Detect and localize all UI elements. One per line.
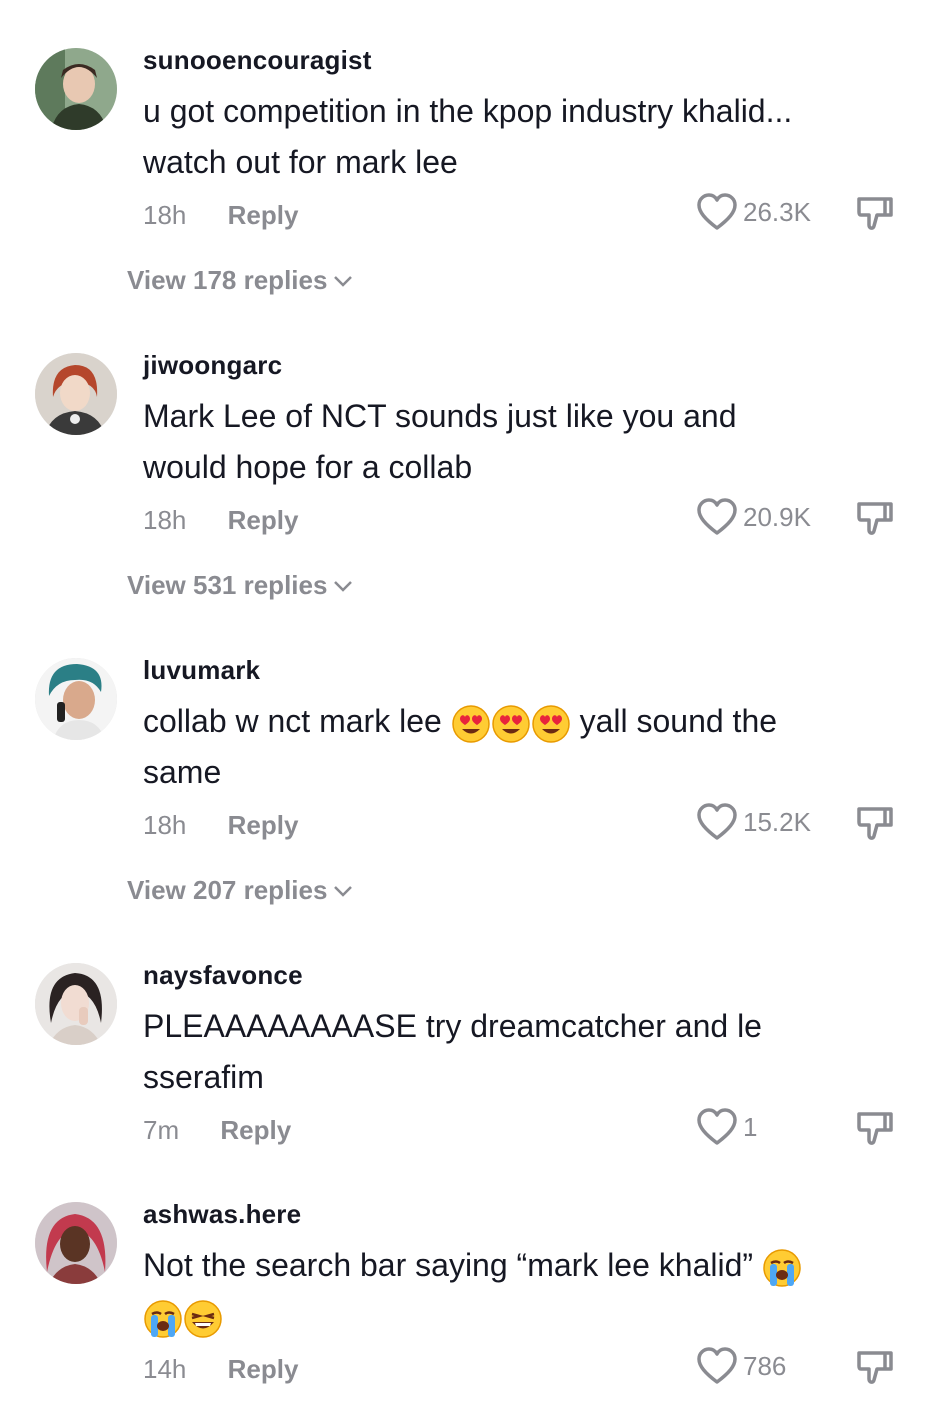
comment-text-part: Not the search bar saying “mark lee khal… <box>143 1247 754 1283</box>
comment-meta: 18h Reply <box>143 810 298 841</box>
comment-time: 14h <box>143 1354 187 1384</box>
chevron-down-icon <box>334 580 353 592</box>
user-avatar[interactable] <box>35 1202 117 1284</box>
like-button[interactable]: 26.3K <box>697 193 811 231</box>
chevron-down-icon <box>334 885 353 897</box>
laughing-emoji <box>183 1299 223 1339</box>
dislike-button[interactable] <box>855 803 895 843</box>
comment-text: Not the search bar saying “mark lee khal… <box>143 1240 888 1342</box>
comment-username[interactable]: jiwoongarc <box>143 350 282 381</box>
like-button[interactable]: 786 <box>697 1347 786 1385</box>
heart-icon <box>697 803 737 840</box>
heart-eyes-emoji <box>491 704 531 744</box>
dislike-button[interactable] <box>855 1108 895 1148</box>
like-button[interactable]: 1 <box>697 1108 757 1146</box>
comment-username[interactable]: sunooencouragist <box>143 45 372 76</box>
user-avatar[interactable] <box>35 353 117 435</box>
like-count: 15.2K <box>743 806 811 837</box>
thumbs-down-icon <box>857 1351 893 1384</box>
avatar-person-teal-hair <box>35 658 117 740</box>
comment-meta: 7m Reply <box>143 1115 291 1146</box>
user-avatar[interactable] <box>35 963 117 1045</box>
thumbs-down-icon <box>857 502 893 535</box>
heart-icon <box>697 193 737 230</box>
chevron-down-icon <box>334 275 353 287</box>
like-button[interactable]: 15.2K <box>697 803 811 841</box>
comment-meta: 14h Reply <box>143 1354 298 1385</box>
view-replies-button[interactable]: View 178 replies <box>127 265 353 296</box>
dislike-button[interactable] <box>855 1347 895 1387</box>
comment-username[interactable]: luvumark <box>143 655 260 686</box>
loudly-crying-emoji <box>762 1248 802 1288</box>
thumbs-down-icon <box>857 807 893 840</box>
avatar-person-dark-hair <box>35 963 117 1045</box>
dislike-button[interactable] <box>855 193 895 233</box>
comment-meta: 18h Reply <box>143 200 298 231</box>
comment-text-part: collab w nct mark lee <box>143 703 442 739</box>
view-replies-button[interactable]: View 207 replies <box>127 875 353 906</box>
like-count: 20.9K <box>743 501 811 532</box>
comment-text: PLEAAAAAAAASE try dreamcatcher and le ss… <box>143 1008 762 1095</box>
loudly-crying-emoji <box>143 1299 183 1339</box>
heart-eyes-emoji <box>531 704 571 744</box>
avatar-person-pink-hair <box>35 1202 117 1284</box>
heart-icon <box>697 1347 737 1384</box>
dislike-button[interactable] <box>855 498 895 538</box>
like-count: 1 <box>743 1111 758 1142</box>
view-replies-label: View 531 replies <box>127 570 328 600</box>
view-replies-button[interactable]: View 531 replies <box>127 570 353 601</box>
like-button[interactable]: 20.9K <box>697 498 811 536</box>
avatar-person-red-hair <box>35 353 117 435</box>
user-avatar[interactable] <box>35 658 117 740</box>
comment-username[interactable]: naysfavonce <box>143 960 303 991</box>
view-replies-label: View 178 replies <box>127 265 328 295</box>
user-avatar[interactable] <box>35 48 117 130</box>
heart-icon <box>697 1108 737 1145</box>
heart-icon <box>697 498 737 535</box>
comment-text: Mark Lee of NCT sounds just like you and… <box>143 398 737 485</box>
like-count: 786 <box>743 1350 787 1381</box>
comment-time: 7m <box>143 1115 180 1145</box>
comment-time: 18h <box>143 200 187 230</box>
comment-time: 18h <box>143 810 187 840</box>
reply-button[interactable]: Reply <box>228 1354 299 1385</box>
thumbs-down-icon <box>857 197 893 230</box>
comment-text: collab w nct mark lee yall sound the sam… <box>143 696 863 798</box>
reply-button[interactable]: Reply <box>220 1115 291 1146</box>
like-count: 26.3K <box>743 196 811 227</box>
reply-button[interactable]: Reply <box>228 810 299 841</box>
heart-eyes-emoji <box>451 704 491 744</box>
reply-button[interactable]: Reply <box>228 200 299 231</box>
comment-username[interactable]: ashwas.here <box>143 1199 301 1230</box>
comment-time: 18h <box>143 505 187 535</box>
comment-text: u got competition in the kpop industry k… <box>143 93 793 180</box>
comment-meta: 18h Reply <box>143 505 298 536</box>
avatar-person-green-background <box>35 48 117 130</box>
thumbs-down-icon <box>857 1112 893 1145</box>
reply-button[interactable]: Reply <box>228 505 299 536</box>
view-replies-label: View 207 replies <box>127 875 328 905</box>
